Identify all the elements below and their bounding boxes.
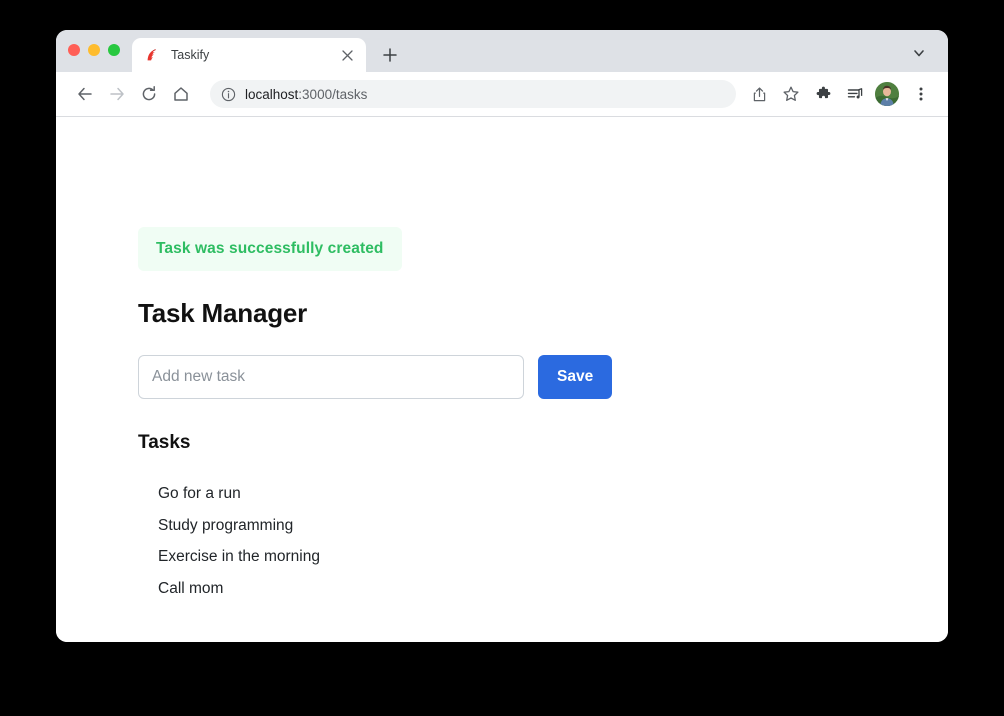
reload-icon[interactable]: [134, 79, 164, 109]
window-traffic-lights: [68, 30, 132, 72]
list-item: Call mom: [158, 579, 224, 597]
tasks-heading: Tasks: [138, 432, 191, 453]
list-item: Exercise in the morning: [158, 548, 320, 565]
add-task-form: Save: [138, 355, 758, 399]
chevron-down-icon[interactable]: [908, 42, 930, 64]
close-tab-button[interactable]: [338, 46, 356, 64]
browser-window: Taskify localhost:3000/tasks Task was su…: [56, 30, 948, 642]
content-container: Task was successfully created Task Manag…: [138, 227, 758, 604]
browser-toolbar: localhost:3000/tasks: [56, 72, 948, 117]
browser-tab-taskify[interactable]: Taskify: [132, 38, 366, 72]
save-button[interactable]: Save: [538, 355, 613, 399]
close-window-button[interactable]: [68, 44, 80, 56]
info-circle-icon[interactable]: [221, 87, 236, 102]
back-arrow-icon[interactable]: [70, 79, 100, 109]
page-title: Task Manager: [138, 298, 308, 328]
url-text: localhost:3000/tasks: [245, 87, 367, 102]
new-tab-button[interactable]: [376, 41, 404, 69]
puzzle-icon[interactable]: [808, 79, 838, 109]
rails-logo-icon: [145, 47, 161, 63]
maximize-window-button[interactable]: [108, 44, 120, 56]
list-item: Study programming: [158, 516, 294, 534]
tab-title: Taskify: [171, 48, 210, 62]
task-list: Go for a run Study programming Exercise …: [138, 478, 758, 604]
three-dot-menu-icon[interactable]: [906, 79, 936, 109]
forward-arrow-icon[interactable]: [102, 79, 132, 109]
home-icon[interactable]: [166, 79, 196, 109]
url-host: localhost: [245, 86, 299, 102]
profile-avatar[interactable]: [875, 82, 899, 106]
address-bar[interactable]: localhost:3000/tasks: [210, 80, 736, 108]
page-content: Task was successfully created Task Manag…: [56, 117, 948, 642]
star-icon[interactable]: [776, 79, 806, 109]
list-item: Go for a run: [158, 485, 241, 502]
share-icon[interactable]: [744, 79, 774, 109]
url-path: :3000/tasks: [298, 86, 368, 102]
playlist-music-icon[interactable]: [840, 79, 870, 109]
minimize-window-button[interactable]: [88, 44, 100, 56]
tab-strip: Taskify: [56, 30, 948, 72]
success-alert: Task was successfully created: [138, 227, 402, 271]
new-task-input[interactable]: [138, 355, 524, 399]
